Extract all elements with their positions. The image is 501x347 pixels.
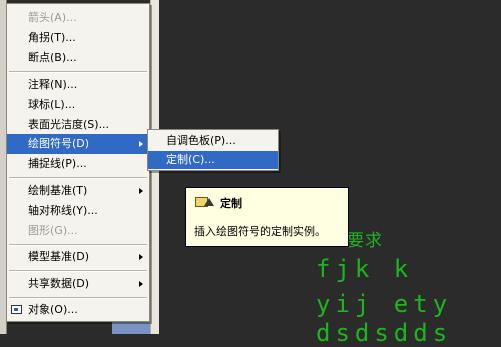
menu-item-label: 轴对称线(Y)... bbox=[28, 204, 98, 217]
menu-item-snap-line[interactable]: 捕捉线(P)... bbox=[7, 154, 149, 174]
menu-item-shared-data[interactable]: 共享数据(D) bbox=[7, 274, 149, 294]
tooltip-description: 插入绘图符号的定制实例。 bbox=[194, 225, 326, 238]
menu-item-label: 定制(C)... bbox=[166, 153, 215, 166]
canvas-text-line-4: dsdsdds bbox=[316, 319, 453, 347]
menu-item-axis-of-symmetry[interactable]: 轴对称线(Y)... bbox=[7, 201, 149, 221]
tooltip-title: 定制 bbox=[220, 197, 242, 210]
canvas-text-line-2: fjk k bbox=[316, 255, 414, 283]
menu-item-label: 箭头(A)... bbox=[28, 11, 77, 24]
submenu-arrow-icon bbox=[139, 254, 143, 260]
menu-item-model-datum[interactable]: 模型基准(D) bbox=[7, 247, 149, 267]
menu-item-surface-finish[interactable]: 表面光洁度(S)... bbox=[7, 115, 149, 135]
canvas-text-line-1: 要求 bbox=[347, 231, 383, 251]
menu-item-label: 绘图符号(D) bbox=[28, 137, 90, 150]
menu-item-label: 捕捉线(P)... bbox=[28, 157, 87, 170]
submenu-item-custom[interactable]: 定制(C)... bbox=[148, 151, 278, 169]
canvas-text-line-3: yij ety bbox=[316, 290, 453, 318]
menu-item-label: 角拐(T)... bbox=[28, 31, 76, 44]
menu-separator bbox=[9, 177, 147, 179]
menu-separator bbox=[9, 244, 147, 246]
menu-item-object[interactable]: 对象(O)... bbox=[7, 300, 149, 320]
menu-item-graphic[interactable]: 图形(G)... bbox=[7, 221, 149, 241]
menu-item-label: 对象(O)... bbox=[28, 303, 78, 316]
menu-item-arrow[interactable]: 箭头(A)... bbox=[7, 8, 149, 28]
drawing-symbol-submenu: 自调色板(P)... 定制(C)... bbox=[147, 129, 279, 171]
menu-item-balloon[interactable]: 球标(L)... bbox=[7, 95, 149, 115]
menu-item-label: 图形(G)... bbox=[28, 224, 78, 237]
menu-separator bbox=[9, 297, 147, 299]
menu-item-label: 模型基准(D) bbox=[28, 250, 90, 263]
menu-item-label: 绘制基准(T) bbox=[28, 184, 88, 197]
submenu-arrow-icon bbox=[139, 281, 143, 287]
object-icon bbox=[11, 305, 22, 314]
menu-item-label: 球标(L)... bbox=[28, 98, 76, 111]
menu-item-note[interactable]: 注释(N)... bbox=[7, 75, 149, 95]
symbol-triangle-icon bbox=[204, 198, 214, 206]
menu-item-breakpoint[interactable]: 断点(B)... bbox=[7, 48, 149, 68]
submenu-arrow-icon bbox=[139, 188, 143, 194]
menu-item-corner[interactable]: 角拐(T)... bbox=[7, 28, 149, 48]
menu-item-draft-datum[interactable]: 绘制基准(T) bbox=[7, 181, 149, 201]
tooltip: 定制 插入绘图符号的定制实例。 bbox=[185, 187, 349, 247]
menu-item-label: 共享数据(D) bbox=[28, 277, 90, 290]
context-menu: 箭头(A)... 角拐(T)... 断点(B)... 注释(N)... 球标(L… bbox=[6, 3, 150, 322]
submenu-arrow-icon bbox=[139, 141, 143, 147]
menu-item-label: 注释(N)... bbox=[28, 78, 78, 91]
menu-item-label: 自调色板(P)... bbox=[166, 134, 236, 147]
menu-item-label: 表面光洁度(S)... bbox=[28, 118, 110, 131]
menu-item-drawing-symbol[interactable]: 绘图符号(D) bbox=[7, 134, 149, 154]
menu-item-label: 断点(B)... bbox=[28, 51, 77, 64]
submenu-item-palette[interactable]: 自调色板(P)... bbox=[148, 132, 278, 150]
menu-separator bbox=[9, 270, 147, 272]
menu-separator bbox=[9, 71, 147, 73]
